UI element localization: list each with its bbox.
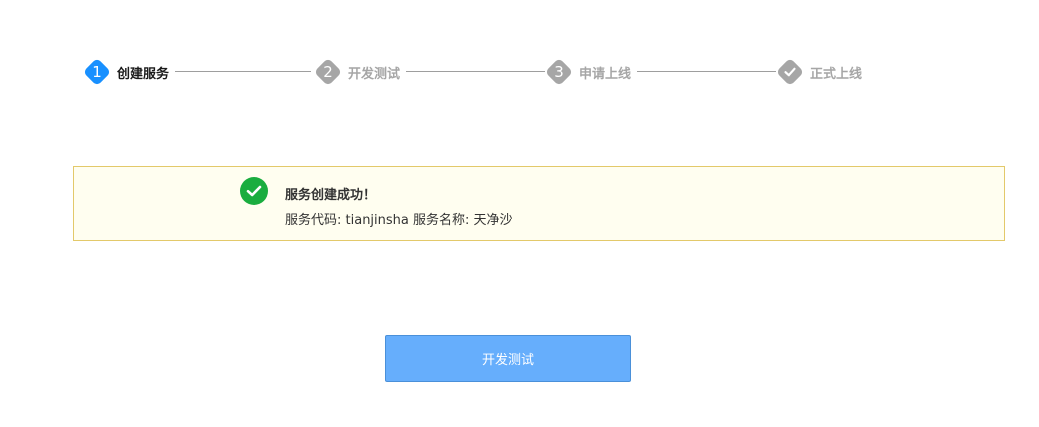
alert-detail: 服务代码: tianjinsha 服务名称: 天净沙 [285, 213, 513, 228]
check-icon [784, 67, 796, 77]
step-badge: 1 [82, 57, 112, 87]
step-connector [175, 71, 311, 72]
step-number: 3 [554, 63, 564, 81]
dev-test-button[interactable]: 开发测试 [385, 335, 631, 382]
step-connector [636, 71, 776, 72]
step-label: 创建服务 [117, 66, 170, 82]
step-label: 申请上线 [579, 66, 632, 82]
step-official-launch: 正式上线 [775, 57, 869, 87]
step-apply-launch: 3 申请上线 [544, 57, 638, 87]
success-check-icon [240, 177, 268, 205]
step-number: 1 [92, 63, 102, 81]
step-badge: 2 [313, 57, 343, 87]
alert-title: 服务创建成功！ [285, 188, 377, 203]
step-label: 开发测试 [348, 66, 401, 82]
step-create-service: 1 创建服务 [82, 57, 176, 87]
success-alert: 服务创建成功！ 服务代码: tianjinsha 服务名称: 天净沙 [73, 166, 1005, 241]
step-badge: 3 [544, 57, 574, 87]
step-dev-test: 2 开发测试 [313, 57, 407, 87]
step-number: 2 [323, 63, 333, 81]
progress-stepper: 1 创建服务 2 开发测试 3 申请上线 正式上线 [82, 57, 883, 87]
step-label: 正式上线 [810, 66, 863, 82]
step-connector [405, 71, 545, 72]
step-badge [775, 57, 805, 87]
